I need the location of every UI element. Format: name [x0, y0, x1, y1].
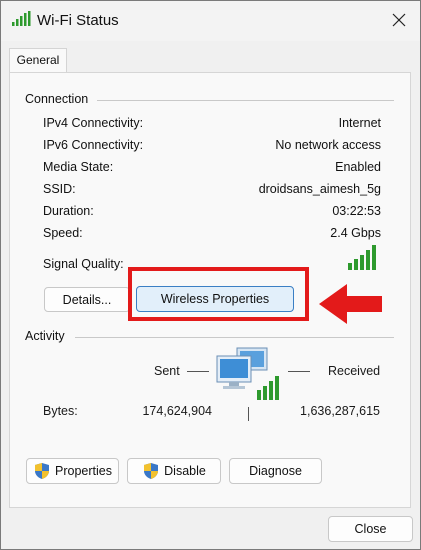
ipv6-label: IPv6 Connectivity:: [43, 138, 144, 152]
bytes-sent-value: 174,624,904: [142, 404, 212, 418]
network-computers-icon: [216, 347, 279, 400]
window-title: Wi-Fi Status: [37, 12, 119, 29]
signal-quality-label: Signal Quality:: [43, 257, 124, 271]
duration-label: Duration:: [43, 204, 94, 218]
properties-button[interactable]: Properties: [26, 458, 119, 484]
signal-quality-bars-icon: [348, 245, 376, 270]
sent-dash: [187, 371, 209, 372]
ipv4-label: IPv4 Connectivity:: [43, 116, 144, 130]
diagnose-button[interactable]: Diagnose: [229, 458, 322, 484]
close-button[interactable]: Close: [328, 516, 413, 542]
received-label: Received: [328, 364, 381, 378]
bytes-label: Bytes:: [43, 404, 78, 418]
close-icon[interactable]: [388, 9, 410, 31]
uac-shield-icon: [144, 463, 159, 479]
bytes-received-value: 1,636,287,615: [300, 404, 380, 418]
sent-label: Sent: [154, 364, 180, 378]
title-bar: Wi-Fi Status: [1, 1, 420, 41]
ssid-value: droidsans_aimesh_5g: [258, 182, 381, 196]
activity-divider: [75, 337, 394, 338]
ssid-label: SSID:: [43, 182, 76, 196]
tab-general[interactable]: General: [9, 48, 67, 73]
speed-label: Speed:: [43, 226, 83, 240]
disable-button-label: Disable: [164, 464, 206, 478]
speed-value: 2.4 Gbps: [330, 226, 381, 240]
disable-button[interactable]: Disable: [127, 458, 221, 484]
activity-vertical-divider: [248, 407, 249, 421]
received-dash: [288, 371, 310, 372]
media-state-label: Media State:: [43, 160, 114, 174]
duration-value: 03:22:53: [332, 204, 381, 218]
red-arrow-icon: [319, 284, 382, 324]
connection-group-label: Connection: [25, 92, 89, 106]
tab-strip: General: [1, 41, 420, 73]
red-highlight-box: [128, 267, 309, 321]
media-state-value: Enabled: [335, 160, 381, 174]
properties-button-label: Properties: [55, 464, 112, 478]
ipv4-value: Internet: [338, 116, 381, 130]
wifi-signal-icon: [12, 11, 31, 26]
details-button[interactable]: Details...: [44, 287, 130, 312]
wifi-status-window: Wi-Fi Status General Connection IPv4 Con…: [0, 0, 421, 550]
ipv6-value: No network access: [275, 138, 381, 152]
activity-group-label: Activity: [25, 329, 65, 343]
uac-shield-icon: [35, 463, 49, 479]
connection-divider: [97, 100, 394, 101]
